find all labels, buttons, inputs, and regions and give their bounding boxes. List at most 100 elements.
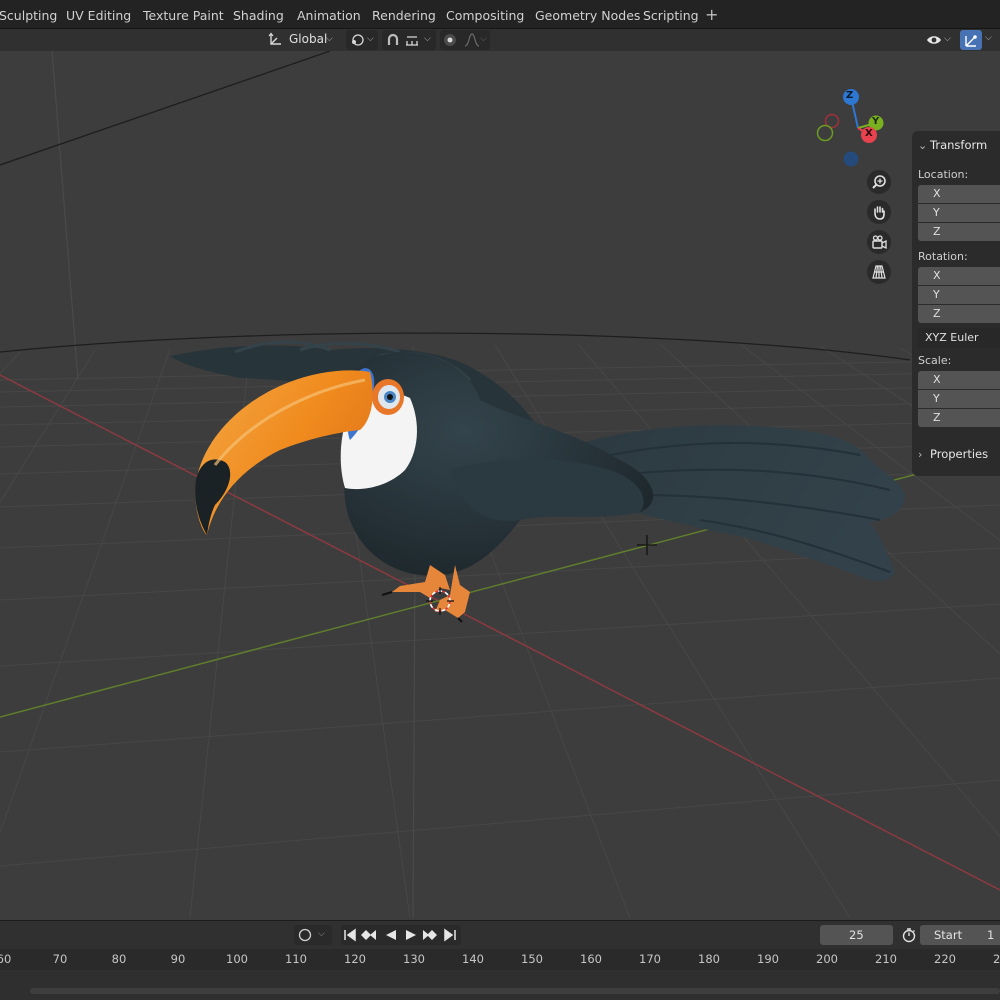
location-y-field[interactable]: Y: [918, 204, 1000, 222]
proportional-editing-icon: [444, 34, 456, 46]
workspace-tab-bar: Sculpting UV Editing Texture Paint Shadi…: [0, 0, 1000, 29]
ruler-tick: 90: [170, 952, 186, 966]
pan-button[interactable]: [867, 200, 891, 224]
stopwatch-icon[interactable]: [901, 927, 917, 943]
tab-compositing[interactable]: Compositing: [446, 0, 524, 29]
scale-y-field[interactable]: Y: [918, 390, 1000, 408]
chevron-down-icon: ⌵: [944, 34, 951, 44]
current-frame-field[interactable]: 25: [820, 925, 893, 945]
perspective-grid-icon: [872, 265, 886, 279]
visibility-dropdown[interactable]: ⌵: [922, 30, 956, 50]
ruler-tick: 180: [698, 952, 720, 966]
orientation-label: Global: [289, 32, 328, 46]
magnet-icon: [387, 33, 399, 45]
tab-geometry-nodes[interactable]: Geometry Nodes: [535, 0, 640, 29]
chevron-down-icon: ⌵: [424, 34, 431, 44]
rotation-z-field[interactable]: Z: [918, 305, 1000, 323]
timeline-body[interactable]: [0, 970, 1000, 1000]
3d-cursor[interactable]: [637, 535, 657, 555]
chevron-down-icon: ⌵: [318, 929, 325, 939]
sidebar-n-panel: ⌄ Transform Location: X Y Z Rotation: X Y…: [912, 131, 1000, 476]
current-frame-value: 25: [849, 928, 864, 942]
zoom-button[interactable]: [867, 170, 891, 194]
jump-to-start-icon[interactable]: [344, 928, 356, 942]
tab-shading[interactable]: Shading: [233, 0, 284, 29]
ruler-tick: 150: [521, 952, 543, 966]
scale-z-field[interactable]: Z: [918, 409, 1000, 427]
auto-keying-toggle[interactable]: ⌵: [294, 925, 332, 945]
location-x-label: X: [933, 187, 941, 200]
tab-sculpting[interactable]: Sculpting: [0, 0, 57, 29]
play-reverse-icon[interactable]: [386, 930, 396, 940]
toucan-eye: [372, 379, 404, 415]
transform-panel-header[interactable]: ⌄ Transform: [918, 138, 987, 152]
camera-icon: [872, 235, 887, 250]
toucan-beak-tip: [195, 459, 231, 535]
tab-scripting[interactable]: Scripting: [643, 0, 699, 29]
scale-x-label: X: [933, 373, 941, 386]
transform-header-label: Transform: [930, 138, 988, 152]
rotation-mode-dropdown[interactable]: XYZ Euler: [918, 328, 1000, 348]
camera-view-button[interactable]: [867, 230, 891, 254]
ruler-tick: 160: [580, 952, 602, 966]
jump-to-keyframe-back-icon[interactable]: [361, 930, 376, 940]
scale-y-label: Y: [933, 392, 940, 405]
chevron-down-icon: ⌄: [918, 139, 928, 152]
add-workspace-button[interactable]: +: [705, 0, 718, 29]
chevron-down-icon: ⌵: [326, 34, 333, 44]
location-z-field[interactable]: Z: [918, 223, 1000, 241]
pan-hand-icon: [874, 206, 885, 220]
scale-x-field[interactable]: X: [918, 371, 1000, 389]
tab-animation[interactable]: Animation: [297, 0, 361, 29]
start-label: Start: [934, 928, 963, 942]
properties-header-label: Properties: [930, 447, 989, 461]
rotation-mode-label: XYZ Euler: [925, 331, 979, 344]
toucan-model[interactable]: [170, 340, 905, 623]
location-x-field[interactable]: X: [918, 185, 1000, 203]
viewport-scene[interactable]: [0, 51, 1000, 918]
pivot-point-dropdown[interactable]: ⌵: [346, 30, 378, 50]
chevron-down-icon: ⌵: [367, 34, 374, 44]
start-frame-field[interactable]: Start 1: [920, 925, 1000, 945]
transform-orientation-dropdown[interactable]: Global ⌵: [262, 30, 341, 50]
play-icon[interactable]: [406, 930, 416, 940]
ruler-tick: 80: [111, 952, 127, 966]
tab-texture-paint[interactable]: Texture Paint: [143, 0, 224, 29]
perspective-toggle-button[interactable]: [867, 260, 891, 284]
snap-increment-icon: [406, 36, 418, 46]
ruler-tick: 130: [403, 952, 425, 966]
horizon-arc: [0, 332, 911, 361]
eye-icon: [927, 36, 941, 44]
timeline-ruler[interactable]: 60 70 80 90 100 110 120 130 140 150 160 …: [0, 949, 1000, 970]
properties-panel-header[interactable]: › Properties: [918, 447, 988, 461]
gizmo-label-z: Z: [846, 90, 854, 101]
gizmo-toggle-button[interactable]: [960, 30, 982, 50]
ruler-tick: 140: [462, 952, 484, 966]
chevron-right-icon: ›: [918, 448, 923, 461]
jump-to-end-icon[interactable]: [444, 928, 456, 942]
pivot-icon: [352, 34, 364, 46]
tab-uv-editing[interactable]: UV Editing: [66, 0, 131, 29]
gizmo-label-x: X: [865, 128, 873, 139]
ruler-tick: 230: [993, 952, 1000, 966]
vertical-guide-center: [412, 559, 416, 918]
scale-label: Scale:: [918, 354, 952, 367]
jump-to-keyframe-forward-icon[interactable]: [423, 930, 437, 940]
orientation-axes-icon: [268, 32, 281, 45]
proportional-editing-controls[interactable]: ⌵: [440, 30, 490, 50]
tab-rendering[interactable]: Rendering: [372, 0, 436, 29]
ruler-tick: 200: [816, 952, 838, 966]
snapping-controls[interactable]: ⌵: [382, 30, 436, 50]
vertical-guide-left: [51, 51, 79, 381]
playback-controls: [341, 925, 461, 945]
ruler-tick: 60: [0, 952, 12, 966]
location-z-label: Z: [933, 225, 941, 238]
timeline-scrollbar[interactable]: [30, 988, 1000, 994]
gizmo-label-y: Y: [872, 116, 880, 127]
3d-viewport[interactable]: Z Y X ⌄ Transform Location: X Y Z Rotati…: [0, 51, 1000, 918]
rotation-x-field[interactable]: X: [918, 267, 1000, 285]
rotation-y-field[interactable]: Y: [918, 286, 1000, 304]
ruler-tick: 120: [344, 952, 366, 966]
ruler-tick: 190: [757, 952, 779, 966]
chevron-down-icon[interactable]: ⌵: [985, 33, 992, 43]
